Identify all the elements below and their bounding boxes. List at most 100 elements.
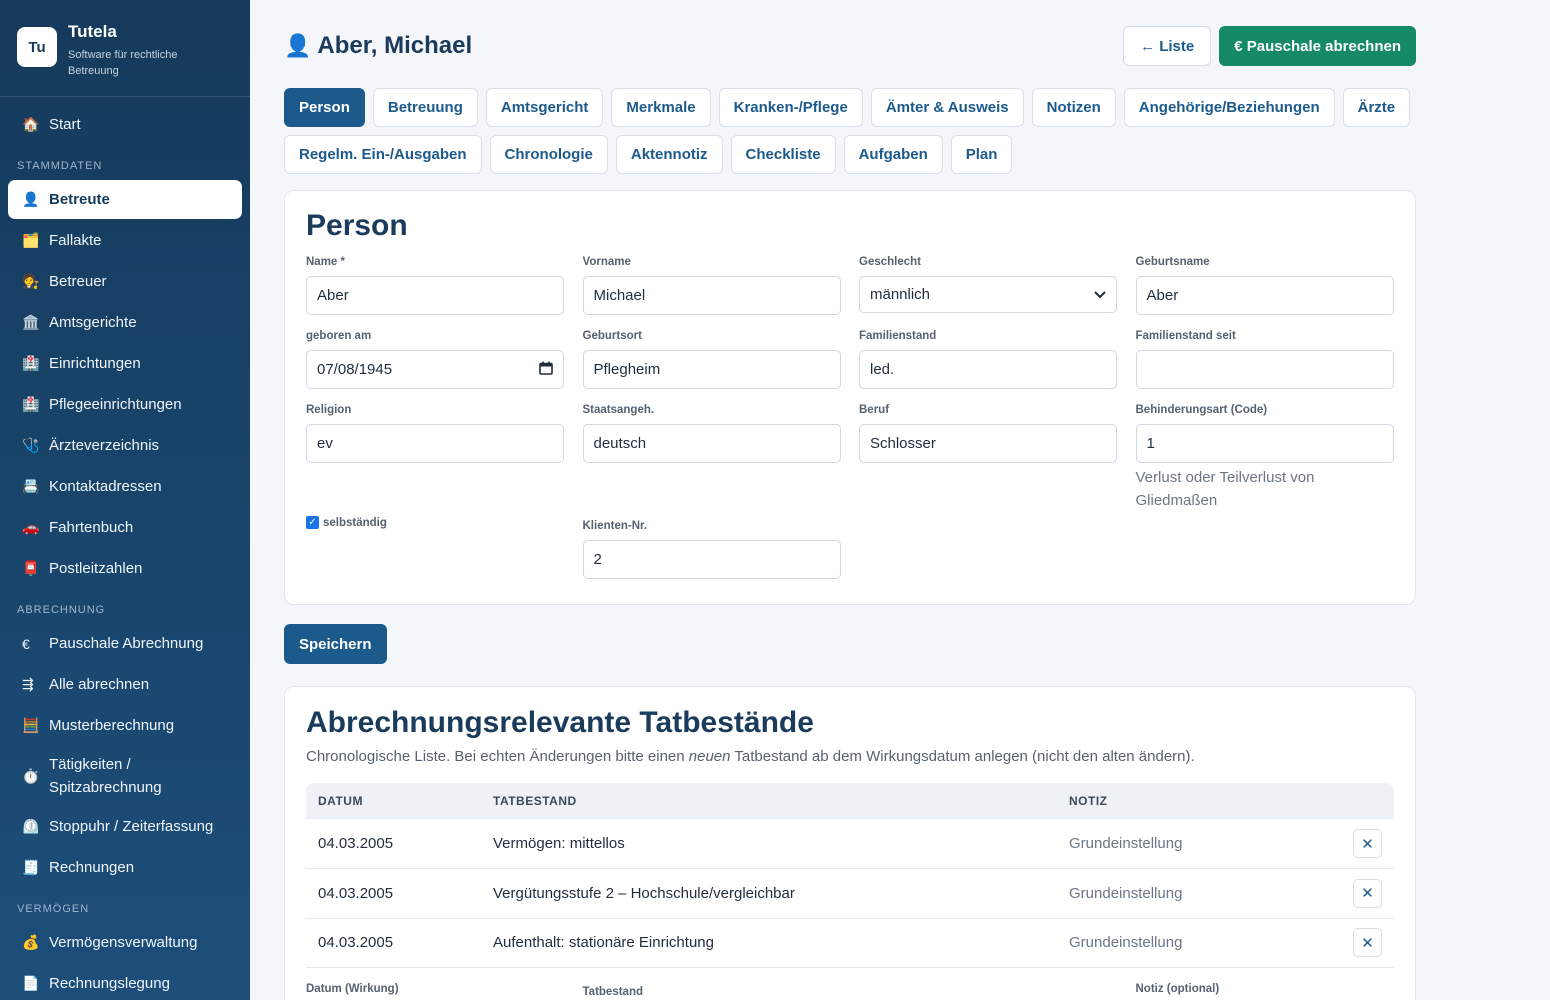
sidebar-item-label: Fallakte <box>49 232 102 249</box>
sidebar-item-label: Amtsgerichte <box>49 314 137 331</box>
sidebar-item-einrichtungen[interactable]: 🏥 Einrichtungen <box>8 344 242 383</box>
delete-row-button[interactable]: ✕ <box>1353 878 1382 908</box>
sidebar-section-vermoegen: Vermögen <box>17 903 90 915</box>
sidebar-item-betreute[interactable]: 👤 Betreute <box>8 180 242 219</box>
cell-tatbestand: Vergütungsstufe 2 – Hochschule/vergleich… <box>481 868 1057 919</box>
page-title-text: Aber, Michael <box>317 32 473 59</box>
religion-field[interactable]: ev <box>306 424 564 463</box>
delete-row-button[interactable]: ✕ <box>1353 928 1382 958</box>
sidebar-item-label: Tätigkeiten / Spitzabrechnung <box>49 756 162 796</box>
familienstand-seit-label: Familienstand seit <box>1135 330 1236 342</box>
hospital-icon: 🏥 <box>22 396 40 412</box>
sidebar-item-pauschale-abrechnung[interactable]: € Pauschale Abrechnung <box>8 624 242 663</box>
beruf-field[interactable]: Schlosser <box>859 424 1117 463</box>
tatbestaende-subtitle: Chronologische Liste. Bei echten Änderun… <box>306 748 1195 765</box>
sidebar-item-label: Musterberechnung <box>49 717 175 734</box>
person-form: Name * Aber Vorname Michael Geschlecht m… <box>306 256 1394 579</box>
geburtsname-field[interactable]: Aber <box>1135 276 1394 315</box>
back-to-list-button[interactable]: ← Liste <box>1123 26 1212 66</box>
hospital-icon: 🏥 <box>22 355 40 371</box>
person-icon: 👤 <box>284 33 312 58</box>
sidebar-item-amtsgerichte[interactable]: 🏛️ Amtsgerichte <box>8 303 242 342</box>
vorname-label: Vorname <box>582 256 631 268</box>
delete-row-button[interactable]: ✕ <box>1353 829 1382 858</box>
main-content: 👤 Aber, Michael ← Liste € Pauschale abre… <box>284 0 1416 1000</box>
sidebar-item-fallakte[interactable]: 🗂️ Fallakte <box>8 221 242 260</box>
tab-betreuung[interactable]: Betreuung <box>372 88 478 127</box>
sidebar-item-fahrtenbuch[interactable]: 🚗 Fahrtenbuch <box>8 508 242 547</box>
batch-arrows-icon: ⇶ <box>22 676 34 692</box>
abacus-icon: 🧮 <box>22 717 40 733</box>
behinderung-field[interactable]: 1 <box>1135 424 1394 463</box>
tatbestaende-title: Abrechnungsrelevante Tatbestände <box>306 706 814 739</box>
beruf-label: Beruf <box>859 404 890 416</box>
sidebar-item-kontaktadressen[interactable]: 📇 Kontaktadressen <box>8 467 242 506</box>
save-button[interactable]: Speichern <box>284 624 387 664</box>
sidebar-item-taetigkeiten[interactable]: ⏱️ Tätigkeiten / Spitzabrechnung <box>8 747 242 805</box>
sidebar-item-aerzteverzeichnis[interactable]: 🩺 Ärzteverzeichnis <box>8 426 242 465</box>
staatsangeh-field[interactable]: deutsch <box>582 424 841 463</box>
postbox-icon: 📮 <box>22 560 40 576</box>
tab-aemter-ausweis[interactable]: Ämter & Ausweis <box>870 88 1024 127</box>
column-header-datum: Datum <box>318 794 363 808</box>
sidebar-item-pflegeeinrichtungen[interactable]: 🏥 Pflegeeinrichtungen <box>8 385 242 424</box>
sidebar-item-postleitzahlen[interactable]: 📮 Postleitzahlen <box>8 549 242 588</box>
page-header: 👤 Aber, Michael ← Liste € Pauschale abre… <box>284 0 1416 88</box>
sidebar-item-rechnungen[interactable]: 🧾 Rechnungen <box>8 848 242 887</box>
cell-notiz: Grundeinstellung <box>1057 819 1341 869</box>
sidebar-item-label: Rechnungslegung <box>49 975 170 992</box>
geschlecht-select[interactable]: männlich <box>859 276 1117 313</box>
familienstand-label: Familienstand <box>859 330 937 342</box>
tab-aufgaben[interactable]: Aufgaben <box>843 135 943 174</box>
geburtsname-label: Geburtsname <box>1135 256 1210 268</box>
tab-merkmale[interactable]: Merkmale <box>611 88 711 127</box>
familienstand-seit-field[interactable] <box>1135 350 1394 389</box>
klienten-nr-field[interactable]: 2 <box>582 540 841 579</box>
sidebar-item-stoppuhr[interactable]: ⏲️ Stoppuhr / Zeiterfassung <box>8 807 242 846</box>
cell-tatbestand: Vermögen: mittellos <box>481 819 1057 869</box>
tab-checkliste[interactable]: Checkliste <box>730 135 836 174</box>
sidebar-item-betreuer[interactable]: 🧑‍⚖️ Betreuer <box>8 262 242 301</box>
pauschale-abrechnen-button[interactable]: € Pauschale abrechnen <box>1219 26 1416 66</box>
document-icon: 📄 <box>22 975 40 991</box>
selbstaendig-checkbox-row[interactable]: ✓ selbständig <box>306 516 564 529</box>
brand-logo: Tu <box>17 27 57 67</box>
car-icon: 🚗 <box>22 519 40 535</box>
brand: Tu Tutela Software für rechtliche Betreu… <box>0 0 250 97</box>
tab-person[interactable]: Person <box>284 88 365 127</box>
selbstaendig-label: selbständig <box>323 516 387 529</box>
tab-regelm-ein-ausgaben[interactable]: Regelm. Ein-/Ausgaben <box>284 135 482 174</box>
vorname-field[interactable]: Michael <box>582 276 841 315</box>
religion-label: Religion <box>306 404 352 416</box>
sidebar-item-vermoegensverwaltung[interactable]: 💰 Vermögensverwaltung <box>8 923 242 962</box>
name-field[interactable]: Aber <box>306 276 564 315</box>
person-card-title: Person <box>306 209 408 242</box>
tab-plan[interactable]: Plan <box>950 135 1013 174</box>
new-tatbestand-label: Tatbestand <box>582 986 644 998</box>
sidebar-item-label: Betreuer <box>49 273 107 290</box>
receipt-icon: 🧾 <box>22 859 40 875</box>
tab-notizen[interactable]: Notizen <box>1031 88 1116 127</box>
tab-amtsgericht[interactable]: Amtsgericht <box>485 88 604 127</box>
geburtsort-field[interactable]: Pflegheim <box>582 350 841 389</box>
cell-datum: 04.03.2005 <box>306 918 481 968</box>
home-icon: 🏠 <box>22 116 40 132</box>
geboren-date-field[interactable]: 07/08/1945 <box>306 350 564 389</box>
tab-aktennotiz[interactable]: Aktennotiz <box>615 135 723 174</box>
tab-chronologie[interactable]: Chronologie <box>489 135 608 174</box>
sidebar-item-alle-abrechnen[interactable]: ⇶ Alle abrechnen <box>8 665 242 704</box>
calendar-icon[interactable] <box>539 361 553 379</box>
person-card: Person Name * Aber Vorname Michael Gesch… <box>284 190 1416 605</box>
geboren-value: 07/08/1945 <box>317 361 393 378</box>
sidebar-item-rechnungslegung[interactable]: 📄 Rechnungslegung <box>8 964 242 1000</box>
sidebar-item-musterberechnung[interactable]: 🧮 Musterberechnung <box>8 706 242 745</box>
folder-icon: 🗂️ <box>22 232 40 248</box>
sidebar-item-start[interactable]: 🏠 Start <box>8 105 242 144</box>
table-row: 04.03.2005 Vergütungsstufe 2 – Hochschul… <box>306 868 1394 919</box>
tab-kranken-pflege[interactable]: Kranken-/Pflege <box>718 88 863 127</box>
checkbox-checked-icon[interactable]: ✓ <box>306 516 319 529</box>
cell-datum: 04.03.2005 <box>306 868 481 919</box>
familienstand-field[interactable]: led. <box>859 350 1117 389</box>
tab-angehoerige[interactable]: Angehörige/Beziehungen <box>1123 88 1335 127</box>
tab-aerzte[interactable]: Ärzte <box>1342 88 1411 127</box>
